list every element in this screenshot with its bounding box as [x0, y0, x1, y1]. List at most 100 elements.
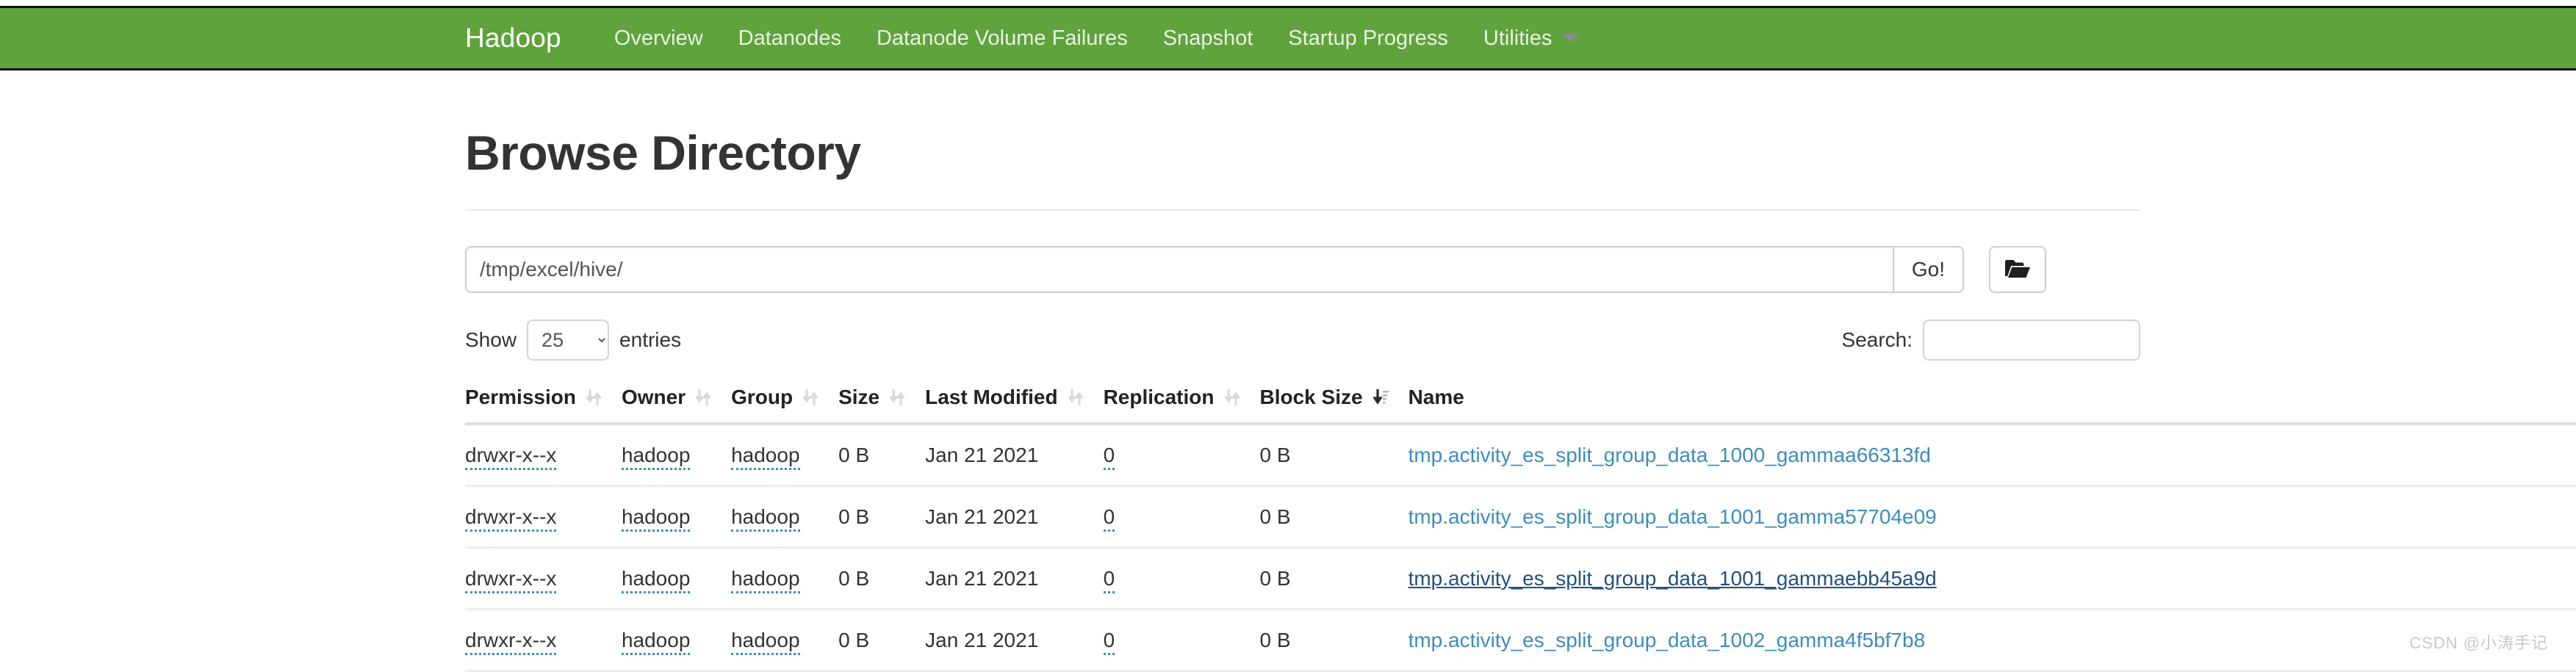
column-label: Last Modified [925, 386, 1057, 409]
cell-size: 0 B [838, 548, 925, 610]
column-header-permission[interactable]: Permission [465, 380, 622, 424]
cell-replication: 0 [1104, 486, 1260, 548]
column-header-last-modified[interactable]: Last Modified [925, 380, 1103, 424]
owner-editable[interactable]: hadoop [622, 629, 690, 655]
cell-last-modified: Jan 21 2021 [925, 424, 1103, 486]
file-name-link[interactable]: tmp.activity_es_split_group_data_1000_ga… [1408, 444, 1931, 466]
permission-editable[interactable]: drwxr-x--x [465, 505, 556, 532]
cell-last-modified: Jan 21 2021 [925, 548, 1103, 610]
permission-editable[interactable]: drwxr-x--x [465, 444, 556, 470]
sort-none-icon [586, 386, 601, 408]
page-title: Browse Directory [465, 129, 2140, 177]
cell-permission: drwxr-x--x [465, 610, 622, 671]
nav-item-label: Startup Progress [1288, 26, 1448, 51]
sort-descending-icon [1373, 386, 1388, 408]
cell-name: tmp.activity_es_split_group_data_1001_ga… [1408, 486, 2576, 548]
owner-editable[interactable]: hadoop [622, 567, 690, 593]
cell-size: 0 B [838, 486, 925, 548]
directory-listing-table: Permission Owner [465, 380, 2576, 672]
show-label: Show [465, 328, 517, 352]
chevron-down-icon [1562, 34, 1578, 43]
column-header-name[interactable]: Name [1408, 380, 2576, 424]
nav-item-label: Datanodes [738, 26, 841, 51]
column-label: Replication [1104, 386, 1215, 409]
cell-owner: hadoop [622, 424, 731, 486]
table-row: drwxr-x--x hadoop hadoop 0 B Jan 21 2021… [465, 424, 2576, 486]
file-name-link[interactable]: tmp.activity_es_split_group_data_1001_ga… [1408, 567, 1937, 590]
go-button[interactable]: Go! [1893, 246, 1964, 293]
column-header-owner[interactable]: Owner [622, 380, 731, 424]
cell-name: tmp.activity_es_split_group_data_1001_ga… [1408, 548, 2576, 610]
column-header-group[interactable]: Group [731, 380, 838, 424]
cell-owner: hadoop [622, 486, 731, 548]
file-name-link[interactable]: tmp.activity_es_split_group_data_1001_ga… [1408, 505, 1937, 528]
sort-none-icon [696, 386, 710, 408]
navbar-brand[interactable]: Hadoop [465, 23, 572, 54]
nav-item-datanodes[interactable]: Datanodes [721, 26, 859, 51]
owner-editable[interactable]: hadoop [622, 444, 690, 470]
column-label: Block Size [1260, 386, 1363, 409]
cell-group: hadoop [731, 424, 838, 486]
cell-block-size: 0 B [1260, 424, 1408, 486]
nav-item-datanode-volume-failures[interactable]: Datanode Volume Failures [859, 26, 1145, 51]
navbar-inner: Hadoop Overview Datanodes Datanode Volum… [465, 8, 1596, 68]
column-header-size[interactable]: Size [838, 380, 925, 424]
column-label: Permission [465, 386, 576, 409]
column-header-replication[interactable]: Replication [1104, 380, 1260, 424]
cell-replication: 0 [1104, 424, 1260, 486]
column-label: Group [731, 386, 793, 409]
column-header-block-size[interactable]: Block Size [1260, 380, 1408, 424]
column-label: Size [838, 386, 879, 409]
sort-none-icon [1225, 386, 1240, 408]
search-input[interactable] [1923, 319, 2140, 361]
nav-item-label: Utilities [1483, 26, 1552, 51]
cell-group: hadoop [731, 610, 838, 671]
permission-editable[interactable]: drwxr-x--x [465, 567, 556, 593]
group-editable[interactable]: hadoop [731, 444, 799, 470]
path-bar: Go! [465, 246, 2140, 293]
table-row: drwxr-x--x hadoop hadoop 0 B Jan 21 2021… [465, 610, 2576, 671]
group-editable[interactable]: hadoop [731, 629, 799, 655]
table-header-row: Permission Owner [465, 380, 2576, 424]
nav-item-label: Snapshot [1163, 26, 1253, 51]
nav-item-label: Overview [614, 26, 703, 51]
replication-editable[interactable]: 0 [1104, 567, 1115, 593]
search-control: Search: [1842, 319, 2141, 361]
group-editable[interactable]: hadoop [731, 567, 799, 593]
sort-none-icon [1068, 386, 1083, 408]
nav-item-utilities[interactable]: Utilities [1466, 26, 1596, 51]
column-label: Owner [622, 386, 686, 409]
column-label: Name [1408, 386, 1464, 409]
table-body: drwxr-x--x hadoop hadoop 0 B Jan 21 2021… [465, 424, 2576, 671]
group-editable[interactable]: hadoop [731, 505, 799, 532]
owner-editable[interactable]: hadoop [622, 505, 690, 532]
page-length-control: Show 25 50 100 entries [465, 319, 681, 361]
cell-block-size: 0 B [1260, 610, 1408, 671]
nav-item-overview[interactable]: Overview [597, 26, 721, 51]
cell-block-size: 0 B [1260, 548, 1408, 610]
page-length-select[interactable]: 25 50 100 [527, 319, 609, 361]
cell-name: tmp.activity_es_split_group_data_1000_ga… [1408, 424, 2576, 486]
cell-permission: drwxr-x--x [465, 548, 622, 610]
search-label: Search: [1842, 328, 1913, 352]
cell-permission: drwxr-x--x [465, 486, 622, 548]
nav-item-startup-progress[interactable]: Startup Progress [1270, 26, 1466, 51]
page-container: Browse Directory Go! Show 25 50 100 en [465, 71, 2140, 672]
cell-permission: drwxr-x--x [465, 424, 622, 486]
file-name-link[interactable]: tmp.activity_es_split_group_data_1002_ga… [1408, 629, 1926, 651]
cell-last-modified: Jan 21 2021 [925, 486, 1103, 548]
nav-item-snapshot[interactable]: Snapshot [1145, 26, 1271, 51]
cell-block-size: 0 B [1260, 486, 1408, 548]
cell-replication: 0 [1104, 548, 1260, 610]
sort-none-icon [803, 386, 818, 408]
open-folder-button[interactable] [1989, 246, 2046, 293]
directory-path-input[interactable] [465, 246, 1893, 293]
permission-editable[interactable]: drwxr-x--x [465, 629, 556, 655]
replication-editable[interactable]: 0 [1104, 629, 1115, 655]
open-folder-icon [2004, 258, 2031, 282]
title-divider [465, 209, 2140, 211]
replication-editable[interactable]: 0 [1104, 444, 1115, 470]
table-head: Permission Owner [465, 380, 2576, 424]
table-row: drwxr-x--x hadoop hadoop 0 B Jan 21 2021… [465, 486, 2576, 548]
replication-editable[interactable]: 0 [1104, 505, 1115, 532]
